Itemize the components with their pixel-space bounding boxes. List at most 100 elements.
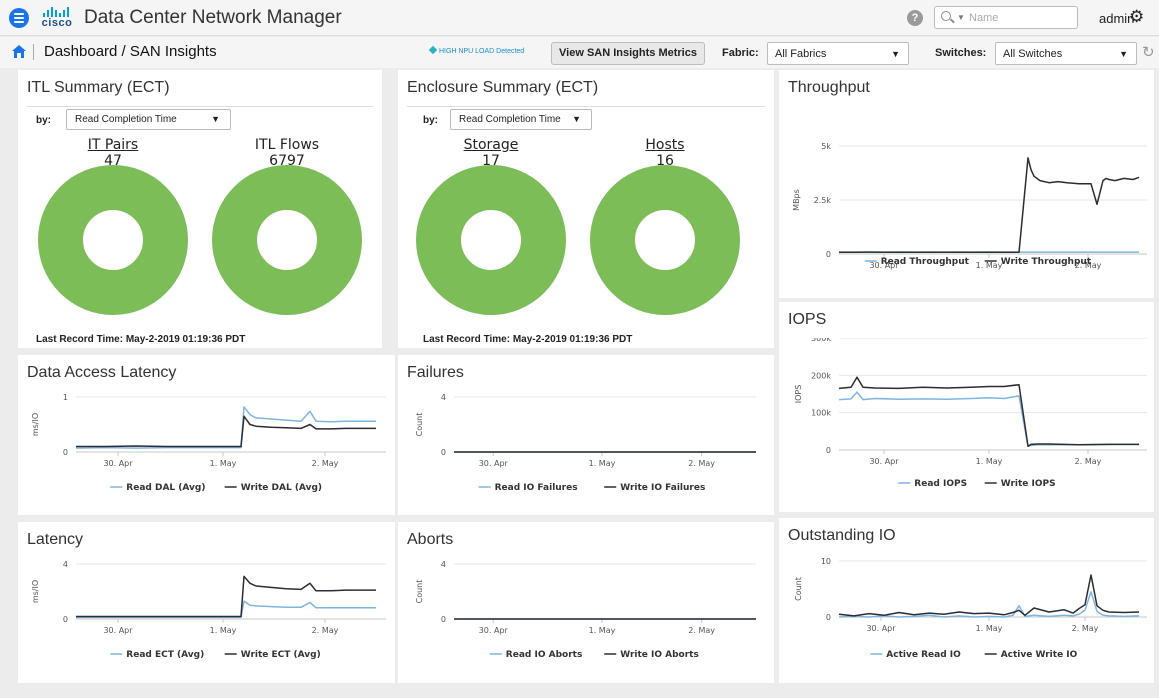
failures-chart[interactable]: 0 4 30. Apr 1. May 2. May Count Read IO Failur… — [398, 391, 774, 515]
legend-item-write-throughput[interactable]: Write Throughput — [1001, 257, 1092, 267]
enclosure-donuts — [416, 165, 740, 315]
legend-item-write-io-failures[interactable]: Write IO Failures — [620, 483, 705, 493]
itl-summary-panel: ITL Summary (ECT) by: Read Completion Ti… — [18, 70, 382, 348]
search-input[interactable] — [969, 10, 1073, 26]
view-san-insights-metrics-button[interactable]: View SAN Insights Metrics — [551, 42, 705, 65]
storage-donut[interactable] — [416, 165, 566, 315]
legend-item-read-dal-avg[interactable]: Read DAL (Avg) — [126, 483, 205, 493]
itl-flows-donut[interactable] — [212, 165, 362, 315]
title-divider — [27, 106, 373, 107]
x-tick-label: 30. Apr — [103, 459, 133, 468]
x-tick-label: 2. May — [312, 626, 339, 635]
home-icon[interactable] — [11, 44, 27, 59]
series-line-read-dal-avg[interactable] — [75, 406, 376, 449]
enclosure-by-select[interactable]: Read Completion Time ▼ — [450, 109, 592, 130]
outstanding-io-panel: Outstanding IO 0 10 30. Apr 1. May 2. May Cou… — [779, 518, 1154, 683]
aborts-chart[interactable]: 0 4 30. Apr 1. May 2. May Count Read IO Aborts… — [398, 558, 774, 683]
fabric-select[interactable]: All Fabrics ▼ — [767, 42, 909, 65]
y-tick-label: 0 — [826, 613, 831, 622]
itl-last-record-time: Last Record Time: May-2-2019 01:19:36 PD… — [36, 334, 246, 345]
storage-link[interactable]: Storage — [426, 137, 556, 153]
throughput-chart[interactable]: 02.5k5k30. Apr 1. May 2. MayMBpsRead Throu… — [779, 106, 1154, 298]
search-filter-dropdown-icon[interactable]: ▼ — [957, 13, 965, 22]
legend-item-write-ect-avg[interactable]: Write ECT (Avg) — [241, 650, 321, 660]
legend-item-write-io-aborts[interactable]: Write IO Aborts — [620, 650, 699, 660]
y-axis-title: MBps — [792, 189, 801, 211]
y-axis-title: Count — [794, 577, 803, 601]
y-tick-label: 5k — [821, 142, 831, 151]
it-pairs-donut[interactable] — [38, 165, 188, 315]
it-pairs-link[interactable]: IT Pairs — [48, 137, 178, 153]
x-tick-label: 2. May — [312, 459, 339, 468]
legend-item-write-dal-avg[interactable]: Write DAL (Avg) — [241, 483, 322, 493]
series-line-read-iops[interactable] — [838, 391, 1139, 448]
series-line-write-dal-avg[interactable] — [76, 415, 376, 448]
fabric-select-value: All Fabrics — [775, 48, 827, 60]
series-line-active-write-io[interactable] — [838, 574, 1140, 617]
outstanding-io-chart[interactable]: 0 10 30. Apr 1. May 2. May Count Active Read I… — [779, 554, 1154, 683]
series-line-read-ect-avg[interactable] — [76, 600, 376, 619]
y-axis-title: ms/IO — [31, 413, 40, 436]
x-tick-label: 1. May — [210, 626, 237, 635]
latency-chart[interactable]: 0 4 30. Apr 1. May 2. May ms/IO Read ECT (Avg)… — [18, 558, 395, 683]
y-tick-label: 4 — [441, 560, 446, 569]
search-box: ▼ — [934, 6, 1078, 29]
legend-item-read-ect-avg[interactable]: Read ECT (Avg) — [126, 650, 204, 660]
x-tick-label: 2. May — [688, 626, 715, 635]
itl-flows-label: ITL Flows — [254, 137, 320, 153]
y-tick-label: 0 — [441, 615, 446, 624]
y-axis-title: IOPS — [794, 385, 803, 404]
x-tick-label: 2. May — [1075, 457, 1102, 466]
legend-item-read-io-failures[interactable]: Read IO Failures — [495, 483, 578, 493]
y-tick-label: 1 — [63, 393, 68, 402]
gear-icon[interactable]: ⚙ — [1129, 7, 1144, 27]
y-tick-label: 100k — [811, 409, 831, 418]
cisco-logo: cisco — [39, 6, 75, 30]
search-icon[interactable] — [941, 11, 951, 21]
y-tick-label: 10 — [821, 557, 831, 566]
hosts-link[interactable]: Hosts — [600, 137, 730, 153]
legend-item-read-io-aborts[interactable]: Read IO Aborts — [506, 650, 583, 660]
data-access-latency-title: Data Access Latency — [27, 364, 177, 381]
enclosure-summary-title: Enclosure Summary (ECT) — [407, 79, 599, 96]
failures-panel: Failures 0 4 30. Apr 1. May 2. May Count Read … — [398, 355, 774, 515]
legend-item-active-read-io[interactable]: Active Read IO — [886, 650, 961, 660]
chevron-down-icon: ▼ — [211, 114, 220, 124]
legend-item-read-throughput[interactable]: Read Throughput — [881, 257, 970, 267]
series-line-write-throughput[interactable] — [838, 157, 1140, 254]
data-access-latency-chart[interactable]: 0 1 30. Apr 1. May 2. May ms/IO Read DAL (Avg)… — [18, 391, 395, 515]
x-tick-label: 1. May — [589, 626, 616, 635]
iops-chart[interactable]: 0 100k 200k 300k 30. Apr 1. May 2. May IOPS Read… — [779, 338, 1154, 512]
itl-summary-title: ITL Summary (ECT) — [27, 79, 170, 96]
y-tick-label: 2.5k — [814, 196, 832, 205]
help-icon[interactable]: ? — [907, 10, 923, 26]
npu-load-alert[interactable]: HIGH NPU LOAD Detected — [428, 45, 525, 55]
fabric-label: Fabric: — [722, 47, 759, 59]
enclosure-summary-panel: Enclosure Summary (ECT) by: Read Complet… — [398, 70, 774, 348]
throughput-title: Throughput — [788, 79, 870, 96]
y-axis-title: Count — [415, 413, 424, 437]
chart-legend: Read IOPS Write IOPS — [898, 479, 1056, 489]
chart-legend: Read IO Failures Write IO Failures — [478, 483, 705, 493]
y-tick-label: 0 — [826, 446, 831, 455]
latency-panel: Latency 0 4 30. Apr 1. May 2. May ms/IO Read E… — [18, 522, 395, 683]
refresh-icon[interactable]: ↻ — [1142, 43, 1155, 61]
chart-legend: Read ECT (Avg) Write ECT (Avg) — [110, 650, 321, 660]
legend-item-active-write-io[interactable]: Active Write IO — [1001, 650, 1078, 660]
itl-by-select[interactable]: Read Completion Time ▼ — [66, 109, 231, 130]
x-tick-label: 30. Apr — [103, 626, 133, 635]
hamburger-menu-button[interactable] — [9, 8, 29, 28]
hosts-donut[interactable] — [590, 165, 740, 315]
x-tick-label: 1. May — [589, 459, 616, 468]
aborts-title: Aborts — [407, 531, 454, 548]
failures-title: Failures — [407, 364, 464, 381]
alert-diamond-icon — [428, 45, 438, 55]
series-line-write-ect-avg[interactable] — [76, 575, 376, 618]
series-line-write-iops[interactable] — [838, 376, 1139, 448]
switches-label: Switches: — [935, 47, 987, 59]
switches-select[interactable]: All Switches ▼ — [995, 42, 1137, 65]
legend-item-read-iops[interactable]: Read IOPS — [914, 479, 967, 489]
legend-item-write-iops[interactable]: Write IOPS — [1001, 479, 1056, 489]
npu-alert-text: HIGH NPU LOAD Detected — [439, 48, 525, 55]
x-tick-label: 1. May — [210, 459, 237, 468]
